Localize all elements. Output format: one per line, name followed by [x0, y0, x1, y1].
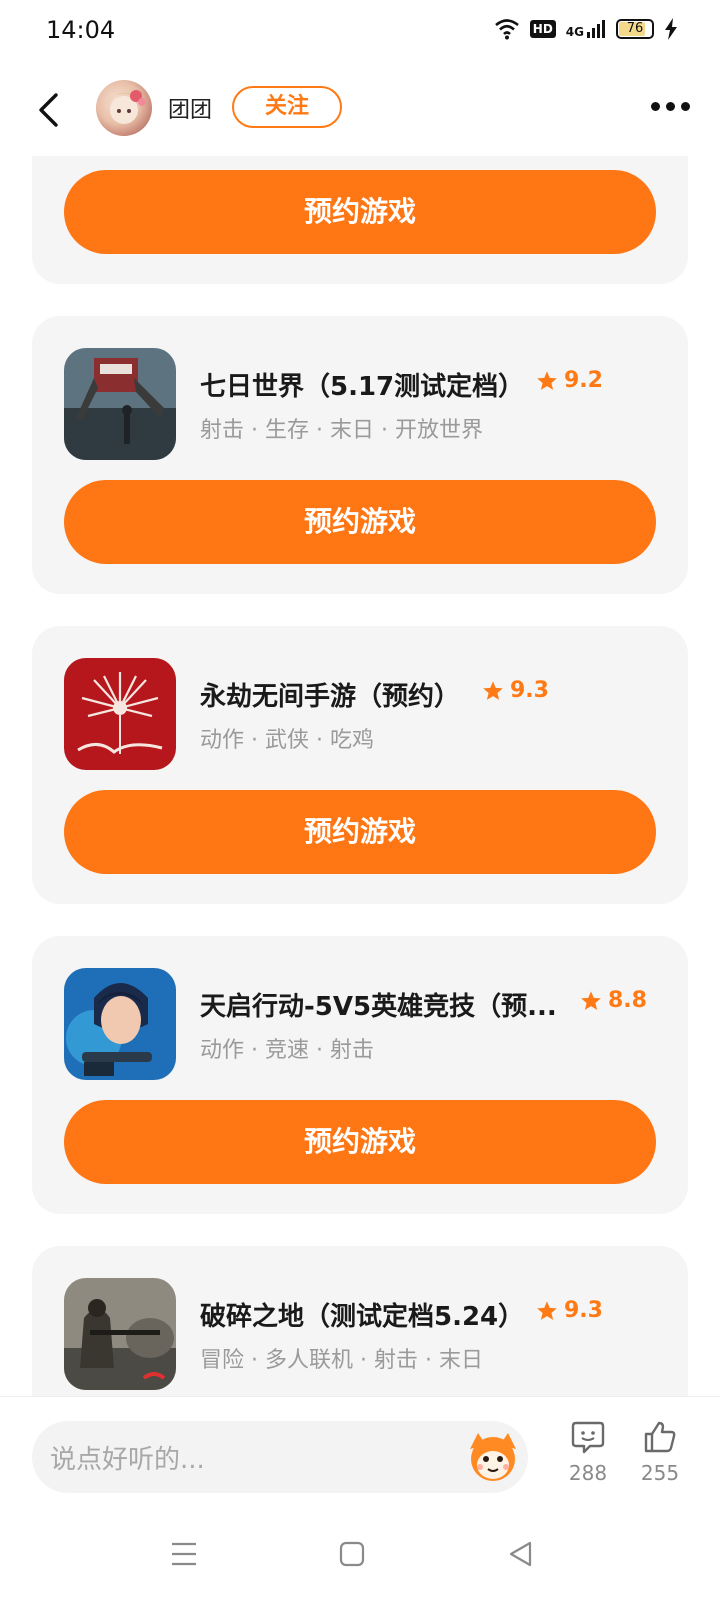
- menu-icon: [172, 1542, 196, 1566]
- follow-button[interactable]: 关注: [232, 86, 342, 128]
- back-button[interactable]: [28, 88, 68, 132]
- reserve-game-button[interactable]: 预约游戏: [64, 790, 656, 874]
- more-dot: [650, 101, 660, 111]
- game-card: 七日世界（5.17测试定档） 9.2 射击 · 生存 · 末日 · 开放世界 预…: [32, 316, 688, 594]
- battery-icon: 76: [616, 19, 654, 39]
- rating-value: 9.3: [564, 1298, 603, 1323]
- game-title[interactable]: 破碎之地（测试定档5.24）: [200, 1296, 524, 1333]
- comment-count: 288: [568, 1461, 608, 1485]
- game-icon[interactable]: [64, 1278, 176, 1390]
- comment-input[interactable]: 说点好听的...: [32, 1421, 528, 1493]
- signal-indicator: 4G: [566, 19, 606, 39]
- game-rating: 9.3: [482, 678, 549, 703]
- game-artwork: [64, 968, 176, 1080]
- game-title[interactable]: 永劫无间手游（预约）: [200, 676, 460, 713]
- like-count: 255: [640, 1461, 680, 1485]
- game-card: 天启行动-5V5英雄竞技（预... 8.8 动作 · 竞速 · 射击 预约游戏: [32, 936, 688, 1214]
- game-tags: 射击 · 生存 · 末日 · 开放世界: [200, 418, 483, 443]
- star-icon: [581, 990, 601, 1010]
- like-button[interactable]: 255: [630, 1419, 690, 1485]
- game-icon[interactable]: [64, 658, 176, 770]
- back-triangle-icon: [509, 1541, 532, 1567]
- game-artwork: [64, 348, 176, 460]
- avatar[interactable]: [96, 80, 152, 136]
- game-rating: 9.3: [536, 1298, 603, 1323]
- game-card: 永劫无间手游（预约） 9.3 动作 · 武侠 · 吃鸡 预约游戏: [32, 626, 688, 904]
- comment-bar: 说点好听的... 288 255: [0, 1396, 720, 1506]
- game-rating: 8.8: [580, 988, 647, 1013]
- more-options-button[interactable]: [646, 94, 694, 118]
- rating-value: 9.2: [564, 368, 603, 393]
- thumbs-up-icon: [644, 1421, 676, 1453]
- back-nav-button[interactable]: [500, 1536, 540, 1572]
- avatar-illustration: [106, 90, 146, 124]
- status-time: 14:04: [46, 16, 116, 44]
- signal-icon: [587, 20, 605, 38]
- comment-icon: [571, 1421, 605, 1454]
- comment-button[interactable]: 288: [558, 1419, 618, 1485]
- reserve-game-button[interactable]: 预约游戏: [64, 1100, 656, 1184]
- rating-value: 9.3: [510, 678, 549, 703]
- star-icon: [537, 370, 557, 390]
- game-icon[interactable]: [64, 348, 176, 460]
- rating-value: 8.8: [608, 988, 647, 1013]
- game-title[interactable]: 七日世界（5.17测试定档）: [200, 366, 524, 403]
- game-artwork: [64, 658, 176, 770]
- more-dot: [665, 101, 675, 111]
- menu-nav-button[interactable]: [164, 1536, 204, 1572]
- reserve-game-button[interactable]: 预约游戏: [64, 480, 656, 564]
- hd-badge: HD: [529, 20, 556, 38]
- charging-icon: [665, 18, 677, 40]
- home-square-icon: [339, 1541, 365, 1567]
- mascot-emoji-icon[interactable]: [464, 1427, 522, 1485]
- more-dot: [680, 101, 690, 111]
- post-header: 团团 关注: [0, 64, 720, 156]
- star-icon: [537, 1300, 557, 1320]
- game-icon[interactable]: [64, 968, 176, 1080]
- status-icons: HD 4G 76: [494, 18, 678, 40]
- reserve-game-button[interactable]: 预约游戏: [64, 170, 656, 254]
- game-tags: 冒险 · 多人联机 · 射击 · 末日: [200, 1348, 483, 1373]
- game-feed[interactable]: 预约游戏 七日世界（5.17测试定档） 9.2 射击 · 生存 · 末日 · 开…: [0, 156, 720, 1396]
- username[interactable]: 团团: [168, 92, 212, 124]
- system-navigation-bar: [0, 1506, 720, 1600]
- back-arrow-icon: [39, 93, 58, 127]
- battery-percent: 76: [626, 21, 644, 36]
- game-card: 预约游戏: [32, 156, 688, 284]
- game-artwork: [64, 1278, 176, 1390]
- game-tags: 动作 · 武侠 · 吃鸡: [200, 728, 374, 753]
- wifi-icon: [494, 19, 519, 40]
- game-rating: 9.2: [536, 368, 603, 393]
- home-nav-button[interactable]: [332, 1536, 372, 1572]
- game-tags: 动作 · 竞速 · 射击: [200, 1038, 374, 1063]
- game-title[interactable]: 天启行动-5V5英雄竞技（预...: [200, 986, 557, 1023]
- game-card: 破碎之地（测试定档5.24） 9.3 冒险 · 多人联机 · 射击 · 末日: [32, 1246, 688, 1396]
- star-icon: [483, 680, 503, 700]
- comment-placeholder: 说点好听的...: [50, 1445, 205, 1475]
- network-type: 4G: [565, 25, 584, 39]
- status-bar: 14:04 HD 4G 76: [0, 0, 720, 64]
